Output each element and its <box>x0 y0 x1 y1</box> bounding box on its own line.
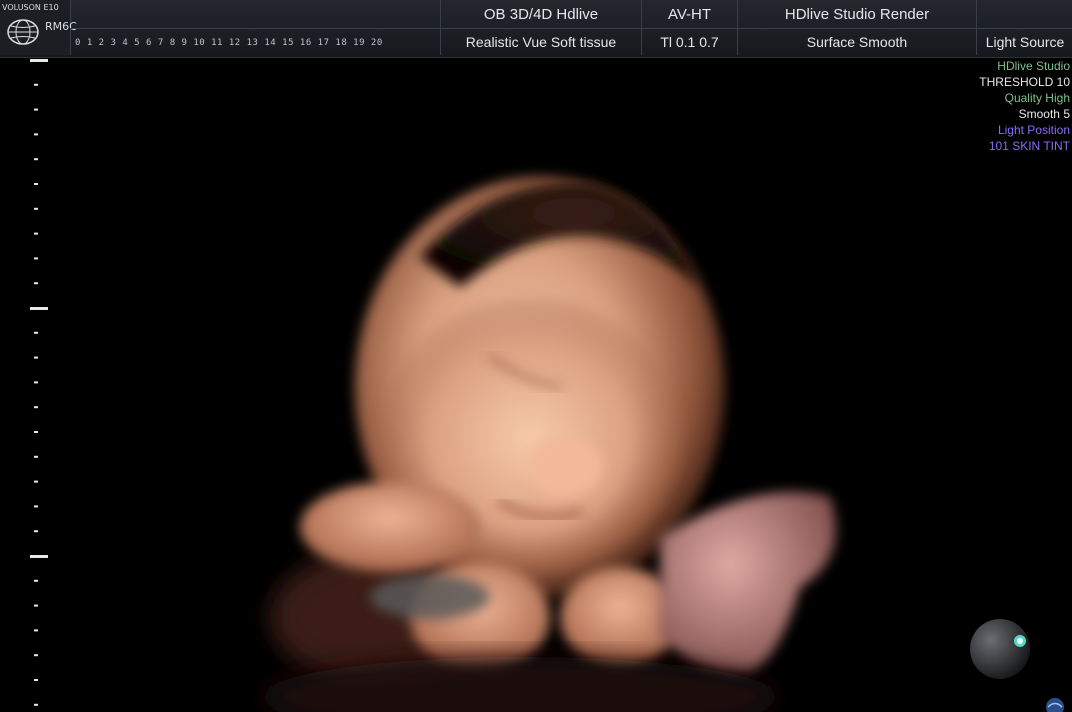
baby-arm <box>300 482 480 572</box>
system-badge: VOLUSON E10 RM6C <box>0 0 77 55</box>
param-line: Smooth 5 <box>1018 107 1070 121</box>
mode-label: OB 3D/4D Hdlive <box>483 6 599 23</box>
render-preset-label: HDlive Studio Render <box>784 6 930 23</box>
param-line: Light Position <box>997 123 1070 137</box>
ruler-minor-tick <box>34 703 38 706</box>
globe-logo-icon <box>7 19 39 45</box>
ruler-major-tick <box>30 307 48 310</box>
index-cell: AV-HT Tl 0.1 0.7 <box>641 0 737 55</box>
3d-render-viewport[interactable] <box>60 57 1072 712</box>
ruler-minor-tick <box>34 232 38 235</box>
probe-label: RM6C <box>45 20 77 33</box>
thermal-index-label: Tl 0.1 0.7 <box>660 34 719 50</box>
param-line: 101 SKIN TINT <box>988 139 1070 153</box>
ruler-minor-tick <box>34 530 38 533</box>
param-line: THRESHOLD 10 <box>979 75 1070 89</box>
mode-cell: OB 3D/4D Hdlive Realistic Vue Soft tissu… <box>440 0 641 55</box>
ruler-minor-tick <box>34 183 38 185</box>
ruler-minor-tick <box>34 654 38 657</box>
ruler-minor-tick <box>34 133 38 136</box>
pink-wrap <box>660 492 836 673</box>
ruler-minor-tick <box>34 331 38 334</box>
ruler-major-tick <box>30 555 48 558</box>
scale-markers: 0 1 2 3 4 5 6 7 8 9 10 11 12 13 14 15 16… <box>75 38 383 48</box>
ruler-minor-tick <box>34 257 38 260</box>
ruler-minor-tick <box>34 108 38 111</box>
ruler-minor-tick <box>34 480 38 483</box>
ruler-minor-tick <box>34 629 38 632</box>
ruler-minor-tick <box>34 356 38 359</box>
param-line: Quality High <box>1004 91 1070 105</box>
orientation-icon <box>1046 698 1064 712</box>
index-label: AV-HT <box>667 6 712 23</box>
brand-label: VOLUSON E10 <box>2 3 59 12</box>
top-info-bar: VOLUSON E10 RM6C 0 1 2 3 4 5 6 7 8 9 10 … <box>0 0 1072 58</box>
baby-nose <box>527 437 603 497</box>
ruler-minor-tick <box>34 679 38 681</box>
ruler-minor-tick <box>34 505 38 508</box>
param-line: HDlive Studio <box>997 59 1070 73</box>
render-parameter-panel: HDlive Studio THRESHOLD 10 Quality High … <box>950 58 1070 154</box>
ruler-minor-tick <box>34 282 38 285</box>
ruler-ticks <box>30 59 48 706</box>
render-cell: HDlive Studio Render Surface Smooth <box>737 0 976 55</box>
ruler-minor-tick <box>34 207 38 210</box>
ruler-minor-tick <box>34 604 38 607</box>
bracelet <box>370 575 490 619</box>
ruler-minor-tick <box>34 406 38 409</box>
ruler-major-tick <box>30 59 48 62</box>
ruler-minor-tick <box>34 579 38 582</box>
render-mode-label: Realistic Vue Soft tissue <box>465 34 617 50</box>
ruler-minor-tick <box>34 431 38 433</box>
surface-label: Surface Smooth <box>806 34 908 50</box>
light-source-trackball[interactable] <box>968 617 1038 681</box>
light-cell: Light Source <box>976 0 1072 55</box>
ruler-minor-tick <box>34 381 38 384</box>
ruler-minor-tick <box>34 455 38 458</box>
ruler-minor-tick <box>34 158 38 161</box>
light-source-label: Light Source <box>985 34 1065 50</box>
ruler-minor-tick <box>34 83 38 86</box>
depth-ruler <box>30 59 48 706</box>
